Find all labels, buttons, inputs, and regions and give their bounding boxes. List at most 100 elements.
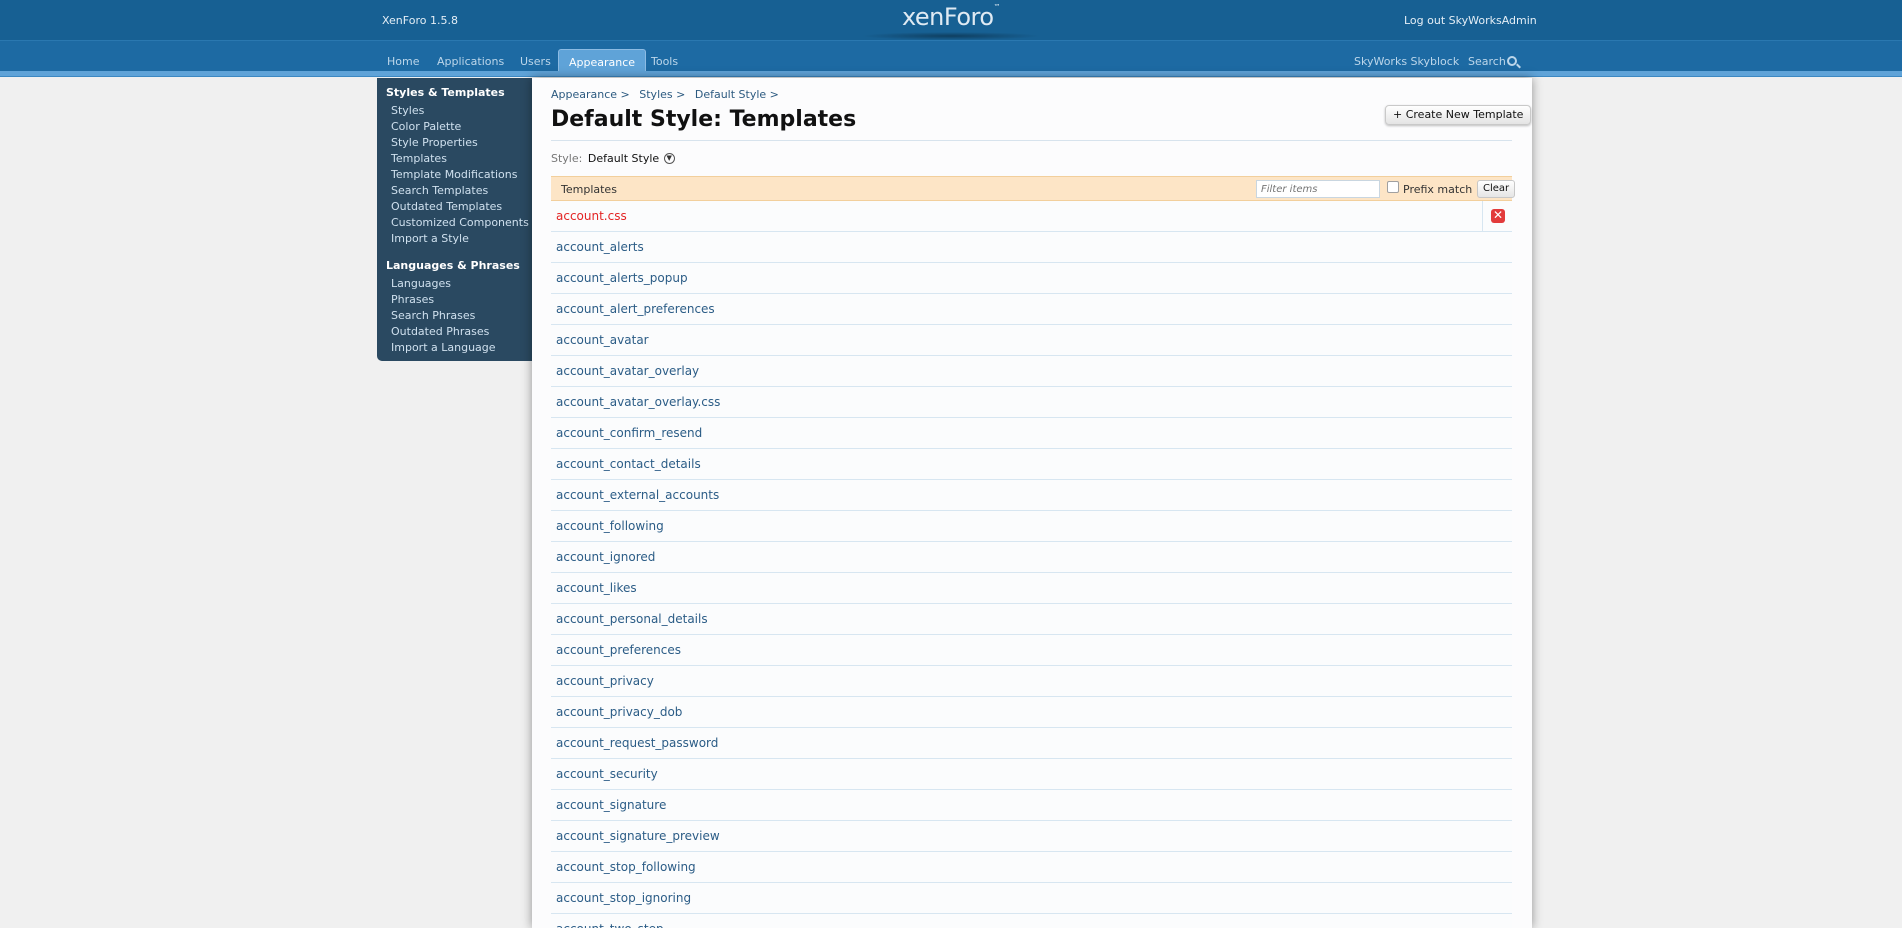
template-link[interactable]: account_request_password <box>556 736 718 750</box>
create-new-template-button[interactable]: + Create New Template <box>1385 105 1532 125</box>
sidebar-section-languages-phrases: Languages & Phrases <box>386 259 520 272</box>
sidebar-item-search-phrases[interactable]: Search Phrases <box>391 309 475 322</box>
main-nav: Home Applications Users Appearance Tools… <box>0 40 1902 72</box>
breadcrumb-styles[interactable]: Styles > <box>639 88 685 101</box>
template-link[interactable]: account_alerts_popup <box>556 271 688 285</box>
sidebar-item-style-properties[interactable]: Style Properties <box>391 136 478 149</box>
template-row: account_avatar <box>551 325 1512 356</box>
template-link[interactable]: account_avatar <box>556 333 649 347</box>
template-row: account_security <box>551 759 1512 790</box>
template-row: account_privacy_dob <box>551 697 1512 728</box>
template-link[interactable]: account_two_step <box>556 922 664 928</box>
template-row: account_alert_preferences <box>551 294 1512 325</box>
template-link[interactable]: account_personal_details <box>556 612 708 626</box>
tab-appearance[interactable]: Appearance <box>558 49 647 72</box>
template-row: account.css ✕ <box>551 201 1512 232</box>
sidebar-item-import-language[interactable]: Import a Language <box>391 341 496 354</box>
template-row: account_avatar_overlay.css <box>551 387 1512 418</box>
xenforo-logo[interactable]: xenForo™ <box>0 3 1902 31</box>
sidebar-item-phrases[interactable]: Phrases <box>391 293 434 306</box>
template-link[interactable]: account_following <box>556 519 664 533</box>
template-link[interactable]: account_likes <box>556 581 637 595</box>
prefix-match-label[interactable]: Prefix match <box>1403 183 1472 196</box>
template-link[interactable]: account_security <box>556 767 658 781</box>
filter-items-input[interactable] <box>1256 180 1380 198</box>
delete-x-icon[interactable]: ✕ <box>1491 209 1505 223</box>
template-row: account_following <box>551 511 1512 542</box>
logo-shadow <box>861 32 1041 40</box>
sidebar-item-languages[interactable]: Languages <box>391 277 451 290</box>
sidebar: Styles & Templates Styles Color Palette … <box>377 78 532 361</box>
template-link[interactable]: account_confirm_resend <box>556 426 702 440</box>
clear-filter-button[interactable]: Clear <box>1477 180 1516 198</box>
template-link[interactable]: account_stop_ignoring <box>556 891 691 905</box>
sidebar-item-template-modifications[interactable]: Template Modifications <box>391 168 517 181</box>
templates-list: account.css ✕ account_alerts account_alerts… <box>551 201 1512 928</box>
templates-list-title: Templates <box>561 183 617 196</box>
sidebar-item-customized-components[interactable]: Customized Components <box>391 216 529 229</box>
sidebar-item-outdated-phrases[interactable]: Outdated Phrases <box>391 325 489 338</box>
tab-applications[interactable]: Applications <box>437 55 504 68</box>
template-link[interactable]: account_contact_details <box>556 457 701 471</box>
main-content: Appearance > Styles > Default Style > De… <box>532 78 1532 928</box>
template-link[interactable]: account_ignored <box>556 550 655 564</box>
style-chooser: Style: Default Style ▼ <box>551 152 675 165</box>
sidebar-item-outdated-templates[interactable]: Outdated Templates <box>391 200 502 213</box>
title-divider <box>551 140 1512 141</box>
page-title: Default Style: Templates <box>551 107 857 132</box>
sidebar-item-search-templates[interactable]: Search Templates <box>391 184 488 197</box>
template-link[interactable]: account_privacy_dob <box>556 705 682 719</box>
tab-home[interactable]: Home <box>387 55 419 68</box>
template-row: account_external_accounts <box>551 480 1512 511</box>
template-link[interactable]: account_privacy <box>556 674 654 688</box>
template-row: account_likes <box>551 573 1512 604</box>
template-row: account_stop_following <box>551 852 1512 883</box>
logo-trademark: ™ <box>993 3 1001 11</box>
style-label: Style: <box>551 152 583 165</box>
template-row: account_stop_ignoring <box>551 883 1512 914</box>
template-link[interactable]: account_signature <box>556 798 666 812</box>
sidebar-item-templates[interactable]: Templates <box>391 152 447 165</box>
template-link[interactable]: account.css <box>556 209 627 223</box>
chevron-down-icon[interactable]: ▼ <box>663 152 675 164</box>
template-link[interactable]: account_alert_preferences <box>556 302 715 316</box>
top-header: XenForo 1.5.8 xenForo™ Log out SkyWorksA… <box>0 0 1902 40</box>
templates-list-header: Templates Prefix match Clear <box>551 176 1516 201</box>
template-row: account_alerts <box>551 232 1512 263</box>
template-row: account_ignored <box>551 542 1512 573</box>
tab-users[interactable]: Users <box>520 55 551 68</box>
search-icon <box>1506 56 1517 66</box>
template-row: account_preferences <box>551 635 1512 666</box>
sidebar-item-import-style[interactable]: Import a Style <box>391 232 469 245</box>
template-row: account_request_password <box>551 728 1512 759</box>
template-row: account_two_step <box>551 914 1512 928</box>
template-row: account_privacy <box>551 666 1512 697</box>
template-row: account_confirm_resend <box>551 418 1512 449</box>
board-link[interactable]: SkyWorks Skyblock <box>1354 55 1459 68</box>
template-row: account_contact_details <box>551 449 1512 480</box>
sidebar-item-styles[interactable]: Styles <box>391 104 424 117</box>
sidebar-item-color-palette[interactable]: Color Palette <box>391 120 461 133</box>
search-label: Search <box>1468 55 1506 68</box>
template-link[interactable]: account_stop_following <box>556 860 696 874</box>
style-value[interactable]: Default Style <box>588 152 659 165</box>
template-row: account_avatar_overlay <box>551 356 1512 387</box>
breadcrumb-default-style[interactable]: Default Style > <box>695 88 779 101</box>
search-link[interactable]: Search <box>1468 55 1517 68</box>
nav-sub-strip <box>0 71 1902 77</box>
logout-link[interactable]: Log out SkyWorksAdmin <box>1404 14 1537 27</box>
template-row: account_personal_details <box>551 604 1512 635</box>
template-link[interactable]: account_external_accounts <box>556 488 719 502</box>
template-link[interactable]: account_alerts <box>556 240 644 254</box>
template-row: account_signature <box>551 790 1512 821</box>
prefix-match-checkbox[interactable] <box>1387 181 1399 193</box>
tab-tools[interactable]: Tools <box>651 55 678 68</box>
template-link[interactable]: account_preferences <box>556 643 681 657</box>
template-link[interactable]: account_avatar_overlay.css <box>556 395 720 409</box>
template-row: account_signature_preview <box>551 821 1512 852</box>
template-link[interactable]: account_avatar_overlay <box>556 364 699 378</box>
sidebar-section-styles-templates: Styles & Templates <box>386 86 505 99</box>
delete-template-cell[interactable]: ✕ <box>1482 201 1512 231</box>
template-link[interactable]: account_signature_preview <box>556 829 720 843</box>
breadcrumb-appearance[interactable]: Appearance > <box>551 88 630 101</box>
